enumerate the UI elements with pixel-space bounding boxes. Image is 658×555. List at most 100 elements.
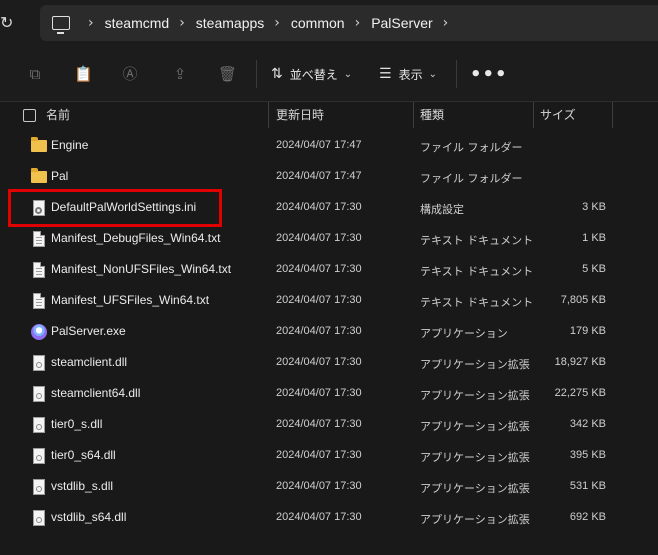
file-name: PalServer.exe <box>51 324 126 338</box>
dll-file-icon <box>31 417 47 433</box>
column-type[interactable]: 種類 <box>420 106 444 123</box>
address-area: ↻ › steamcmd › steamapps › common › PalS… <box>0 0 658 46</box>
file-type: アプリケーション拡張 <box>420 482 530 495</box>
text-file-icon <box>31 231 47 247</box>
file-type: 構成設定 <box>420 203 464 216</box>
dll-file-icon <box>31 510 47 526</box>
sort-button[interactable]: ⇅ 並べ替え ⌄ <box>271 62 352 86</box>
file-size: 5 KB <box>582 263 606 275</box>
file-name: Manifest_DebugFiles_Win64.txt <box>51 231 221 245</box>
chevron-down-icon: ⌄ <box>343 68 353 80</box>
column-name[interactable]: 名前 <box>46 106 70 123</box>
file-row[interactable]: Pal 2024/04/07 17:47 ファイル フォルダー <box>0 161 658 192</box>
file-type: アプリケーション拡張 <box>420 513 530 526</box>
file-size: 7,805 KB <box>560 294 606 306</box>
delete-icon[interactable]: 🗑 <box>218 65 237 83</box>
text-file-icon <box>31 262 47 278</box>
chevron-right-icon[interactable]: › <box>88 15 94 31</box>
rename-icon[interactable]: Ⓐ <box>121 65 139 83</box>
text-file-icon <box>31 293 47 309</box>
chevron-right-icon[interactable]: › <box>274 15 280 31</box>
column-divider[interactable] <box>413 102 414 128</box>
command-bar: ⧉ 📋 Ⓐ ⇪ 🗑 ⇅ 並べ替え ⌄ ☰ 表示 ⌄ ••• <box>0 46 658 102</box>
file-size: 342 KB <box>569 418 606 430</box>
file-date: 2024/04/07 17:30 <box>276 511 362 523</box>
file-row[interactable]: steamclient64.dll 2024/04/07 17:30 アプリケーショ… <box>0 378 658 409</box>
file-date: 2024/04/07 17:30 <box>276 418 362 430</box>
file-date: 2024/04/07 17:47 <box>276 139 362 151</box>
paste-icon[interactable]: 📋 <box>74 65 93 83</box>
refresh-icon[interactable]: ↻ <box>0 12 16 34</box>
chevron-right-icon[interactable]: › <box>179 15 185 31</box>
file-size: 1 KB <box>582 232 606 244</box>
file-row[interactable]: vstdlib_s.dll 2024/04/07 17:30 アプリケーション拡張 5… <box>0 471 658 502</box>
file-name: vstdlib_s64.dll <box>51 510 127 524</box>
file-date: 2024/04/07 17:30 <box>276 263 362 275</box>
column-header: 名前 更新日時 種類 サイズ <box>0 102 658 128</box>
breadcrumb-steamcmd[interactable]: steamcmd <box>105 15 170 31</box>
file-type: アプリケーション拡張 <box>420 389 530 402</box>
file-row[interactable]: Manifest_DebugFiles_Win64.txt 2024/04/07 … <box>0 223 658 254</box>
toolbar-divider <box>456 60 457 88</box>
file-type: アプリケーション拡張 <box>420 451 530 464</box>
file-row[interactable]: PalServer.exe 2024/04/07 17:30 アプリケーション 179… <box>0 316 658 347</box>
sort-icon: ⇅ <box>271 66 283 82</box>
share-icon[interactable]: ⇪ <box>171 65 189 83</box>
file-date: 2024/04/07 17:47 <box>276 170 362 182</box>
file-type: アプリケーション拡張 <box>420 420 530 433</box>
breadcrumb-palserver[interactable]: PalServer <box>371 15 432 31</box>
copy-icon[interactable]: ⧉ <box>26 65 44 83</box>
file-name: Manifest_UFSFiles_Win64.txt <box>51 293 210 307</box>
computer-icon[interactable] <box>52 16 70 34</box>
file-name: vstdlib_s.dll <box>51 479 114 493</box>
file-row[interactable]: Manifest_UFSFiles_Win64.txt 2024/04/07 17… <box>0 285 658 316</box>
file-date: 2024/04/07 17:30 <box>276 325 362 337</box>
file-type: テキスト ドキュメント <box>420 296 534 309</box>
toolbar-divider <box>256 60 257 88</box>
column-divider[interactable] <box>533 102 534 128</box>
file-date: 2024/04/07 17:30 <box>276 201 362 213</box>
more-options-button[interactable]: ••• <box>470 64 508 85</box>
file-name: tier0_s64.dll <box>51 448 116 462</box>
file-date: 2024/04/07 17:30 <box>276 387 362 399</box>
chevron-right-icon[interactable]: › <box>443 15 449 31</box>
file-row[interactable]: Engine 2024/04/07 17:47 ファイル フォルダー <box>0 130 658 161</box>
file-date: 2024/04/07 17:30 <box>276 356 362 368</box>
dll-file-icon <box>31 448 47 464</box>
file-row[interactable]: steamclient.dll 2024/04/07 17:30 アプリケーション拡… <box>0 347 658 378</box>
dll-file-icon <box>31 355 47 371</box>
file-date: 2024/04/07 17:30 <box>276 232 362 244</box>
column-divider[interactable] <box>612 102 613 128</box>
highlight-box <box>8 189 222 227</box>
view-list-icon: ☰ <box>379 66 392 82</box>
file-size: 179 KB <box>569 325 606 337</box>
address-bar[interactable]: › steamcmd › steamapps › common › PalSer… <box>40 5 658 41</box>
file-row[interactable]: tier0_s64.dll 2024/04/07 17:30 アプリケーション拡張 3… <box>0 440 658 471</box>
file-size: 395 KB <box>569 449 606 461</box>
chevron-down-icon: ⌄ <box>428 68 437 80</box>
file-row[interactable]: tier0_s.dll 2024/04/07 17:30 アプリケーション拡張 342… <box>0 409 658 440</box>
file-name: Engine <box>51 138 89 152</box>
column-divider[interactable] <box>268 102 269 128</box>
file-type: テキスト ドキュメント <box>420 234 534 247</box>
chevron-right-icon[interactable]: › <box>355 15 361 31</box>
breadcrumb-steamapps[interactable]: steamapps <box>196 15 264 31</box>
view-label: 表示 <box>398 67 423 82</box>
file-date: 2024/04/07 17:30 <box>276 294 362 306</box>
column-date[interactable]: 更新日時 <box>276 106 324 123</box>
file-name: tier0_s.dll <box>51 417 103 431</box>
file-size: 3 KB <box>582 201 606 213</box>
breadcrumb-common[interactable]: common <box>291 15 345 31</box>
view-button[interactable]: ☰ 表示 ⌄ <box>379 62 437 86</box>
folder-icon <box>31 168 47 185</box>
file-row[interactable]: vstdlib_s64.dll 2024/04/07 17:30 アプリケーション拡… <box>0 502 658 533</box>
column-size[interactable]: サイズ <box>540 106 576 123</box>
dll-file-icon <box>31 479 47 495</box>
select-all-checkbox[interactable] <box>23 109 36 122</box>
sort-label: 並べ替え <box>289 67 338 82</box>
file-name: Manifest_NonUFSFiles_Win64.txt <box>51 262 232 276</box>
file-row[interactable]: Manifest_NonUFSFiles_Win64.txt 2024/04/07… <box>0 254 658 285</box>
application-icon <box>31 324 47 340</box>
file-type: テキスト ドキュメント <box>420 265 534 278</box>
file-type: ファイル フォルダー <box>420 172 523 185</box>
